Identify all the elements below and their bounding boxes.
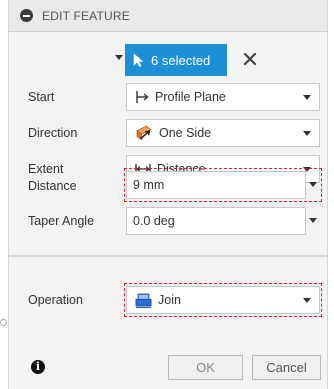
section-divider: [9, 255, 327, 257]
distance-input[interactable]: 9 mm: [126, 171, 306, 199]
bullet-marker: [0, 319, 7, 326]
one-side-icon: [136, 125, 152, 141]
panel-title: EDIT FEATURE: [42, 8, 130, 23]
start-value: Profile Plane: [155, 90, 226, 104]
start-row: Start Profile Plane: [9, 83, 327, 111]
taper-angle-dropdown[interactable]: [305, 207, 320, 235]
ok-button[interactable]: OK: [168, 355, 243, 380]
direction-row: Direction One Side: [9, 119, 327, 147]
close-icon[interactable]: [242, 51, 258, 67]
profile-plane-icon: [136, 91, 149, 103]
distance-row: Distance 9 mm: [9, 171, 327, 199]
distance-value: 9 mm: [133, 178, 165, 192]
start-dropdown[interactable]: Profile Plane: [126, 83, 320, 111]
operation-label: Operation: [28, 293, 83, 307]
taper-angle-label: Taper Angle: [28, 214, 95, 228]
operation-value: Join: [158, 293, 181, 307]
selection-row: 6 selected: [9, 44, 327, 76]
chevron-down-icon: [303, 131, 311, 136]
selection-label: 6 selected: [151, 52, 211, 68]
taper-angle-value: 0.0 deg: [133, 214, 175, 228]
operation-dropdown[interactable]: Join: [126, 286, 320, 314]
collapse-icon[interactable]: [20, 9, 33, 22]
distance-label: Distance: [28, 179, 77, 193]
operation-row: Operation Join: [9, 286, 327, 314]
chevron-down-icon: [303, 95, 311, 100]
direction-dropdown[interactable]: One Side: [126, 119, 320, 147]
panel-footer: i OK Cancel: [9, 355, 327, 389]
panel-header: EDIT FEATURE: [9, 0, 327, 32]
cursor-icon: [133, 53, 143, 67]
chevron-down-icon[interactable]: [115, 55, 123, 60]
chevron-down-icon: [303, 298, 311, 303]
edit-feature-panel: EDIT FEATURE 6 selected Start Profile Pl…: [8, 0, 328, 389]
direction-label: Direction: [28, 126, 78, 140]
start-label: Start: [28, 90, 55, 104]
distance-dropdown[interactable]: [305, 171, 320, 199]
taper-angle-row: Taper Angle 0.0 deg: [9, 207, 327, 235]
selection-button[interactable]: 6 selected: [125, 44, 227, 76]
join-icon: [135, 293, 152, 308]
direction-value: One Side: [159, 126, 212, 140]
taper-angle-input[interactable]: 0.0 deg: [126, 207, 306, 235]
info-icon[interactable]: i: [31, 360, 45, 374]
cancel-button[interactable]: Cancel: [252, 355, 321, 380]
